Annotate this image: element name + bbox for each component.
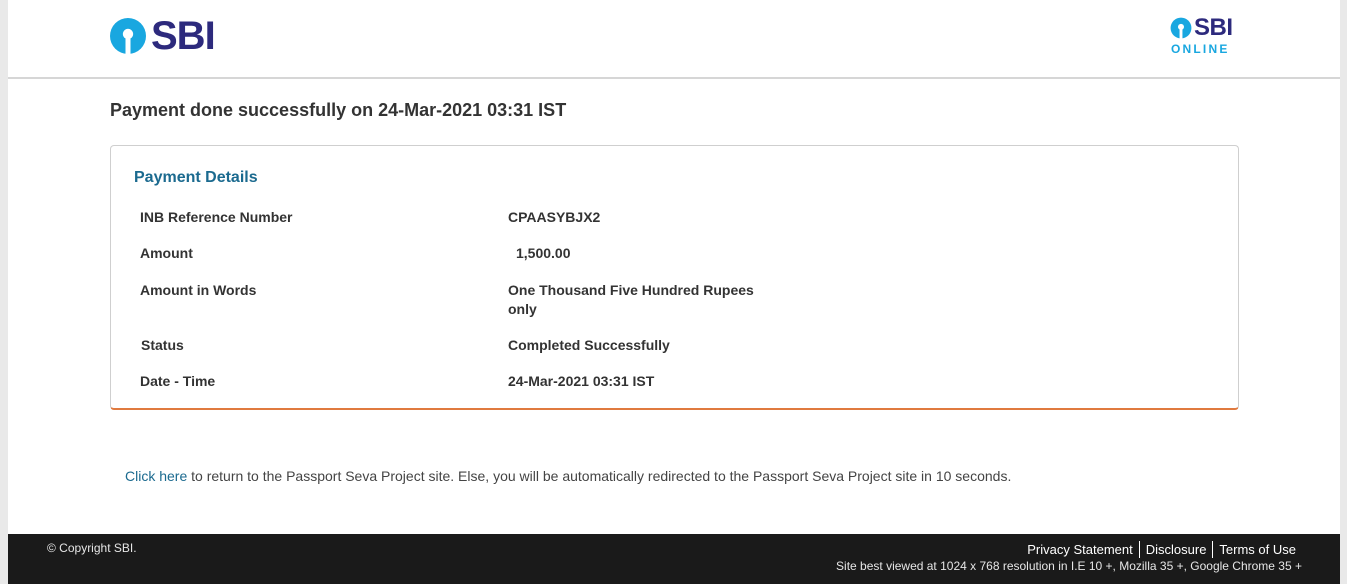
sbi-online-subtext: ONLINE <box>1171 42 1230 56</box>
header: SBI SBI ONLINE <box>8 0 1340 79</box>
copyright-text: © Copyright SBI. <box>47 541 137 555</box>
row-value-status: Completed Successfully <box>508 337 670 353</box>
click-here-link[interactable]: Click here <box>125 468 187 484</box>
disclosure-link[interactable]: Disclosure <box>1146 542 1207 557</box>
return-message: Click here to return to the Passport Sev… <box>125 468 1011 484</box>
privacy-statement-link[interactable]: Privacy Statement <box>1027 542 1133 557</box>
row-value-amount: 1,500.00 <box>516 245 571 261</box>
page-title: Payment done successfully on 24-Mar-2021… <box>110 100 567 120</box>
best-viewed-note: Site best viewed at 1024 x 768 resolutio… <box>836 559 1302 573</box>
row-label-status: Status <box>141 337 184 353</box>
row-value-amount-in-words: One Thousand Five Hundred Rupees only <box>508 282 754 317</box>
row-value-inb-reference: CPAASYBJX2 <box>508 209 601 225</box>
sbi-online-icon <box>1170 17 1192 39</box>
row-label-inb-reference: INB Reference Number <box>140 209 293 225</box>
card-title: Payment Details <box>134 169 258 186</box>
row-value-date-time: 24-Mar-2021 03:31 IST <box>508 373 655 389</box>
sbi-logo: SBI <box>109 14 216 58</box>
footer-divider <box>1212 541 1214 558</box>
sbi-logo-icon <box>110 18 146 55</box>
return-message-text: to return to the Passport Seva Project s… <box>187 468 1012 484</box>
footer-links: Privacy Statement Disclosure Terms of Us… <box>1027 541 1296 558</box>
footer-divider <box>1138 541 1140 558</box>
sbi-online-logo-text: SBI <box>1194 14 1233 41</box>
row-label-amount: Amount <box>140 245 193 261</box>
sbi-logo-text: SBI <box>151 14 216 58</box>
terms-of-use-link[interactable]: Terms of Use <box>1219 542 1296 557</box>
page-frame: SBI SBI ONLINE Payment done successfully… <box>8 0 1340 584</box>
payment-details-card: Payment Details INB Reference Number CPA… <box>110 145 1239 410</box>
row-label-amount-in-words: Amount in Words <box>140 282 257 298</box>
sbi-online-logo: SBI ONLINE <box>1170 16 1242 60</box>
row-label-date-time: Date - Time <box>140 373 216 389</box>
footer: © Copyright SBI. Privacy Statement Discl… <box>8 534 1340 584</box>
